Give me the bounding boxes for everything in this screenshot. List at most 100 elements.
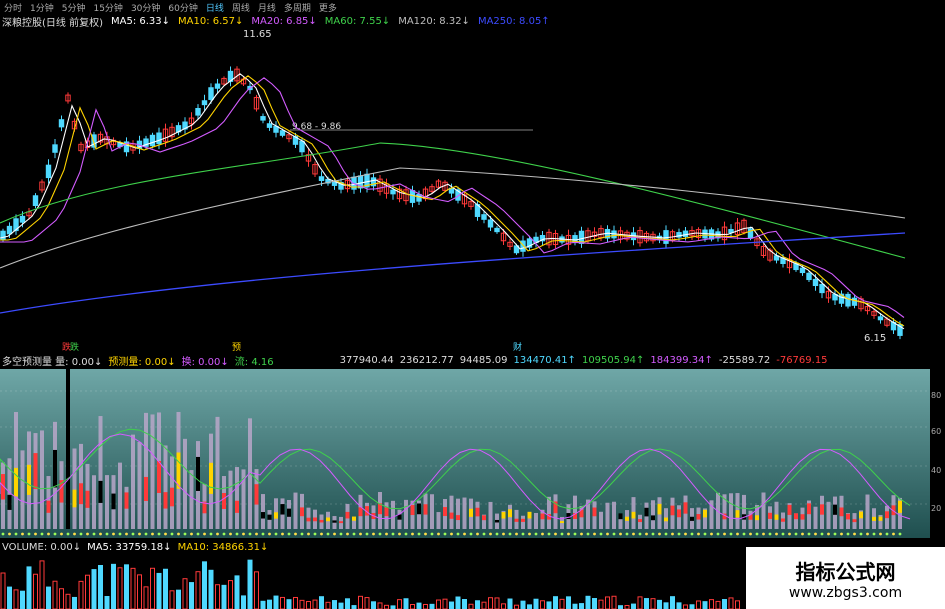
- indicator-bar: [378, 492, 382, 536]
- volume-bar: [546, 601, 552, 609]
- indicator-bar: [410, 500, 415, 536]
- candlestick-chart[interactable]: 11.65 9.68 - 9.86 6.15: [0, 28, 930, 350]
- indicator-bar: [449, 495, 454, 536]
- indicator-bar: [508, 504, 512, 536]
- indicator-bar: [313, 509, 317, 536]
- candlestick: [845, 291, 851, 309]
- indicator-bar: [859, 510, 863, 536]
- period-tab-7[interactable]: 周线: [232, 1, 250, 14]
- period-tab-8[interactable]: 月线: [258, 1, 276, 14]
- candlestick: [760, 243, 767, 259]
- volume-bar: [676, 602, 682, 609]
- volume-bar: [299, 599, 305, 609]
- candlestick: [494, 226, 500, 234]
- indicator-v4: 134470.41↑: [513, 354, 576, 366]
- indicator-bar: [664, 508, 668, 536]
- volume-bar: [377, 602, 383, 609]
- candlestick: [851, 295, 858, 309]
- period-tab-9[interactable]: 多周期: [284, 1, 311, 14]
- volume-bar: [234, 575, 240, 609]
- indicator-bar: [872, 508, 876, 536]
- indicator-bar: [150, 414, 155, 536]
- period-tab-5[interactable]: 60分钟: [168, 1, 197, 14]
- period-tab-3[interactable]: 15分钟: [93, 1, 122, 14]
- indicator-bar: [514, 509, 519, 536]
- volume-value: VOLUME: 0.00↓: [2, 542, 82, 553]
- indicator-bar: [131, 434, 135, 536]
- candlestick: [741, 218, 747, 235]
- indicator-bar: [612, 501, 616, 536]
- indicator-bar: [820, 495, 824, 536]
- indicator-bar: [800, 507, 805, 536]
- volume-bar: [280, 596, 285, 609]
- indicator-liu: 流: 4.16: [234, 356, 274, 368]
- candlestick: [175, 122, 182, 136]
- volume-bar: [384, 604, 389, 609]
- watermark-url: www.zbgs3.com: [788, 584, 903, 601]
- volume-bar: [663, 602, 669, 609]
- indicator-bar: [274, 498, 278, 536]
- candlestick: [188, 112, 195, 130]
- axis-tick: 40: [931, 466, 942, 475]
- candlestick: [45, 159, 52, 184]
- indicator-bar: [345, 503, 350, 536]
- indicator-v7: -25589.72: [718, 354, 771, 366]
- volume-bar: [345, 598, 350, 609]
- indicator-bar: [118, 462, 122, 536]
- volume-bar: [254, 571, 259, 609]
- indicator-bar: [163, 445, 168, 536]
- indicator-bar: [339, 516, 343, 536]
- volume-bar: [637, 596, 643, 609]
- indicator-bar: [839, 495, 844, 536]
- volume-bar: [78, 580, 84, 609]
- volume-bar: [514, 604, 519, 609]
- volume-bar: [286, 599, 292, 609]
- indicator-chart[interactable]: [0, 369, 930, 538]
- volume-bar: [358, 595, 363, 609]
- indicator-bar: [846, 513, 850, 536]
- candlestick: [383, 178, 390, 199]
- period-tab-1[interactable]: 1分钟: [30, 1, 54, 14]
- ma20-value: MA20: 6.85↓: [251, 15, 317, 27]
- indicator-bar: [170, 456, 174, 536]
- indicator-bar: [657, 497, 662, 536]
- ma5-value: MA5: 6.33↓: [110, 15, 171, 27]
- candlestick: [52, 139, 58, 159]
- indicator-bar: [46, 476, 51, 536]
- period-tab-0[interactable]: 分时: [4, 1, 22, 14]
- volume-bar: [403, 598, 409, 609]
- indicator-bar: [1, 462, 5, 536]
- indicator-bar: [293, 492, 298, 536]
- indicator-bar: [176, 411, 181, 536]
- watermark-title: 指标公式网: [795, 559, 896, 584]
- volume-bar: [598, 599, 604, 609]
- candlestick: [312, 161, 318, 178]
- volume-bar: [293, 596, 298, 609]
- indicator-bar: [501, 510, 506, 536]
- period-tab-4[interactable]: 30分钟: [131, 1, 160, 14]
- volume-bar: [364, 597, 370, 609]
- indicator-bar: [261, 494, 265, 536]
- volume-bar: [735, 600, 740, 609]
- volume-bar: [540, 600, 545, 609]
- event-markers: 跌 跌 预 财: [62, 341, 522, 352]
- period-tab-6[interactable]: 日线: [206, 1, 224, 14]
- volume-bar: [423, 603, 428, 609]
- volume-bar: [306, 601, 311, 609]
- indicator-bar: [53, 421, 57, 536]
- indicator-bar: [488, 501, 493, 536]
- indicator-bar: [137, 441, 142, 536]
- indicator-bar: [157, 412, 161, 536]
- volume-bar: [247, 559, 253, 609]
- ma10-value: MA10: 6.57↓: [178, 15, 244, 27]
- indicator-bar: [690, 508, 694, 536]
- period-tab-10[interactable]: 更多: [319, 1, 337, 14]
- volume-bar: [0, 572, 6, 609]
- volume-bar: [137, 574, 142, 609]
- indicator-bar: [423, 493, 428, 536]
- volume-bar: [228, 580, 233, 609]
- period-tab-2[interactable]: 5分钟: [62, 1, 86, 14]
- indicator-bar: [625, 510, 629, 536]
- ma250-value: MA250: 8.05↑: [477, 15, 550, 27]
- candlestick: [357, 171, 364, 193]
